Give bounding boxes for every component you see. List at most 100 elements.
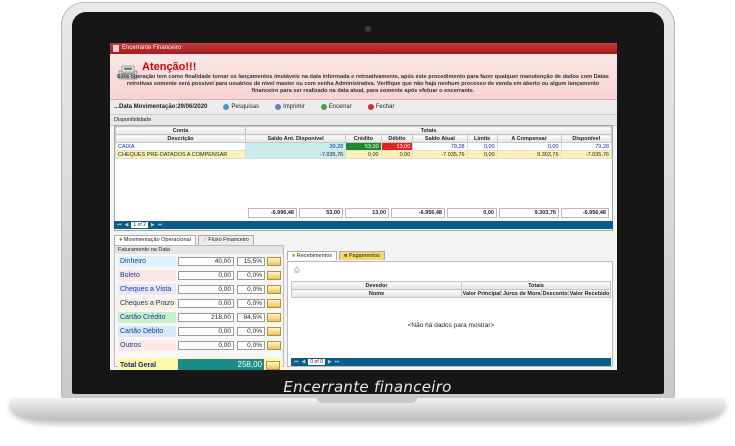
detail-button[interactable] [267,313,281,322]
tab-recebimentos[interactable]: ■ Recebimentos [287,251,338,260]
col-saldo-ant[interactable]: Saldo Ant. Disponível [244,134,347,143]
total-a-compensar: 9.303,76 [499,208,559,218]
app-window: Encerrante Financeiro Atenção!!! Esta op… [110,43,617,370]
total-saldo-ant: -6.996,48 [248,208,297,218]
tab-pagamentos[interactable]: ■ Pagamentos [339,251,385,260]
faturamento-percent: 84,5% [237,313,265,322]
cell-a-compensar: 0,00 [496,142,562,151]
faturamento-row: Cartão Crédito 218,00 84,5% [118,312,282,323]
col-valor-recebido[interactable]: Valor Recebido [567,289,612,298]
total-geral-value: 258,00 [178,359,264,370]
cell-descricao: CHEQUES PRE-DATADOS A COMPENSAR [115,150,246,159]
fechar-button[interactable]: Fechar [367,104,394,110]
faturamento-label: Cheques a Prazo [118,298,176,309]
window-titlebar: Encerrante Financeiro [110,43,617,54]
next-page-icon[interactable]: ▶ [328,359,332,365]
faturamento-label: Cartão Débito [118,326,176,337]
faturamento-row: Outros 0,00 0,0% [118,340,282,351]
detail-button[interactable] [267,271,281,280]
col-a-compensar[interactable]: A Compensar [496,134,562,143]
prev-page-icon[interactable]: ◀ [125,222,129,228]
tab-label: Movimentação Operacional [123,237,191,243]
col-descricao[interactable]: Descrição [115,134,246,143]
last-page-icon[interactable]: ⏭ [335,359,340,365]
faturamento-label: Cartão Crédito [118,312,176,323]
totals-spacer [114,208,246,218]
faturamento-row: Cartão Débito 0,00 0,0% [118,326,282,337]
cell-disponivel: -7.035,76 [560,150,613,159]
table-row[interactable]: CHEQUES PRE-DATADOS A COMPENSAR -7.035,7… [115,150,613,159]
faturamento-percent: 15,5% [237,257,265,266]
group-conta: Conta [115,126,246,135]
cell-debito: 0,00 [380,150,414,159]
first-page-icon[interactable]: ⏮ [117,222,122,228]
imprimir-label: Imprimir [283,104,305,110]
printer-icon[interactable]: ⎙ [294,267,300,275]
faturamento-row: Boleto 0,00 0,0% [118,270,282,281]
laptop-notch [317,398,417,403]
faturamento-panel: Faturamento na Data Dinheiro 40,00 15,5% Bo… [114,245,284,370]
faturamento-value: 0,00 [178,271,234,280]
total-limite: 0,00 [447,208,497,218]
col-debito[interactable]: Débito [380,134,414,143]
alert-title: Atenção!!! [142,61,197,73]
cell-limite: 0,00 [466,150,498,159]
cell-descricao: CAIXA [115,142,246,151]
group-devedor: Devedor [291,281,462,290]
encerrar-button[interactable]: Encerrar [320,104,352,110]
money-icon: ■ [292,253,296,259]
close-icon [367,104,374,110]
alert-banner: Atenção!!! Esta operação tem como finali… [110,54,617,100]
faturamento-label: Outros [118,340,176,351]
imprimir-button[interactable]: Imprimir [275,104,305,110]
page-info: 0 of 0 [308,359,325,365]
first-page-icon[interactable]: ⏮ [294,359,299,365]
empty-message: <Não há dados para mostrar> [407,322,495,329]
faturamento-percent: 0,0% [237,299,265,308]
app-icon [113,45,119,52]
pesquisas-label: Pesquisas [231,104,260,110]
detail-button[interactable] [267,299,281,308]
table-row[interactable]: CAIXA 39,28 53,00 13,00 79,28 0,00 0,00 … [115,142,613,151]
col-disponivel[interactable]: Disponível [560,134,613,143]
total-disponivel: -6.956,48 [561,208,609,218]
chart-line-icon: ⟋ [202,237,207,243]
faturamento-row: Dinheiro 40,00 15,5% [118,256,282,267]
faturamento-label: Faturamento na Data [115,246,283,254]
tab-movimentacao-operacional[interactable]: ● Movimentação Operacional [114,235,196,245]
left-tabs: ● Movimentação Operacional ⟋ Fluxo Finan… [114,235,254,245]
faturamento-percent: 0,0% [237,285,265,294]
tab-fluxo-financeiro[interactable]: ⟋ Fluxo Financeiro [197,235,254,245]
pesquisas-button[interactable]: Pesquisas [223,104,259,110]
caption: Encerrante financeiro [283,378,452,396]
detail-button[interactable] [267,257,281,266]
faturamento-value: 0,00 [178,327,234,336]
cell-saldo-atual: -7.035,76 [412,150,468,159]
faturamento-label: Boleto [118,270,176,281]
check-icon [320,104,327,110]
last-page-icon[interactable]: ⏭ [158,222,163,228]
tab-label: Pagamentos [348,253,380,259]
faturamento-value: 0,00 [178,341,234,350]
detail-button[interactable] [267,285,281,294]
col-credito[interactable]: Crédito [345,134,382,143]
encerrar-label: Encerrar [328,104,352,110]
col-valor-principal[interactable]: Valor Principal [460,289,503,298]
chart-pie-icon: ● [119,237,123,243]
col-juros-de-mora[interactable]: Juros de Mora [501,289,543,298]
next-page-icon[interactable]: ▶ [151,222,155,228]
prev-page-icon[interactable]: ◀ [302,359,306,365]
cell-credito: 53,00 [345,142,382,151]
col-saldo-atual[interactable]: Saldo Atual [412,134,468,143]
tab-label: Fluxo Financeiro [208,237,249,243]
detail-button[interactable] [267,341,281,350]
col-limite[interactable]: Limite [466,134,498,143]
detail-button[interactable] [267,327,281,336]
cell-debito: 13,00 [380,142,414,151]
faturamento-label: Cheques a Vista [118,284,176,295]
printer-icon [275,104,282,110]
col-nome[interactable]: Nome [291,289,462,298]
toolbar: ...Data Movimentação:29/06/2020 Pesquisa… [110,100,617,115]
total-detail-button[interactable] [266,360,280,370]
col-desconto[interactable]: Desconto [541,289,569,298]
